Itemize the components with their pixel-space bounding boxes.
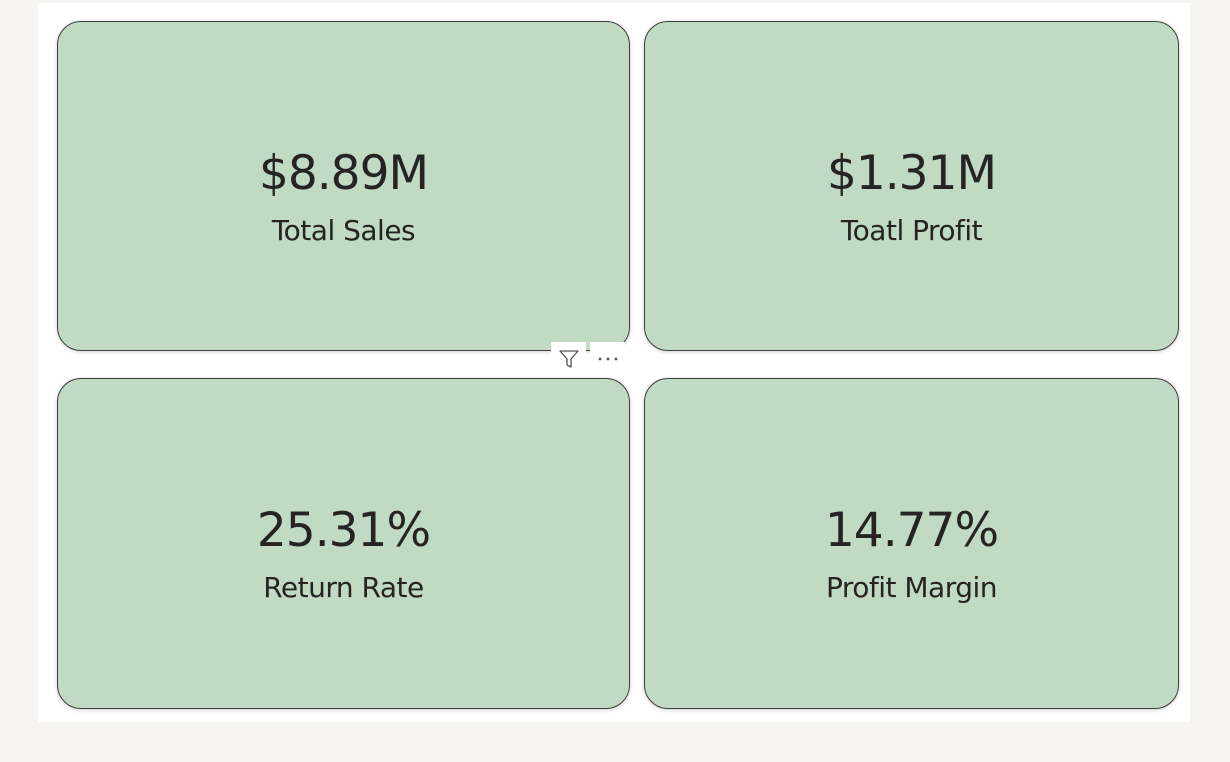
filter-icon <box>558 348 580 370</box>
kpi-label: Return Rate <box>263 571 424 604</box>
kpi-card-return-rate[interactable]: 25.31% Return Rate <box>57 378 630 709</box>
kpi-value: 25.31% <box>256 503 431 558</box>
more-options-icon <box>595 354 621 364</box>
kpi-card-total-profit[interactable]: $1.31M Toatl Profit <box>644 21 1179 351</box>
kpi-value: $1.31M <box>826 146 997 201</box>
kpi-value: $8.89M <box>258 146 429 201</box>
kpi-label: Total Sales <box>271 214 416 247</box>
more-options-button[interactable] <box>590 342 625 376</box>
kpi-value: 14.77% <box>824 503 999 558</box>
kpi-card-profit-margin[interactable]: 14.77% Profit Margin <box>644 378 1179 709</box>
visual-header <box>551 342 625 376</box>
kpi-card-total-sales[interactable]: $8.89M Total Sales <box>57 21 630 351</box>
kpi-label: Toatl Profit <box>840 214 983 247</box>
filter-button[interactable] <box>551 342 586 376</box>
kpi-label: Profit Margin <box>825 571 998 604</box>
